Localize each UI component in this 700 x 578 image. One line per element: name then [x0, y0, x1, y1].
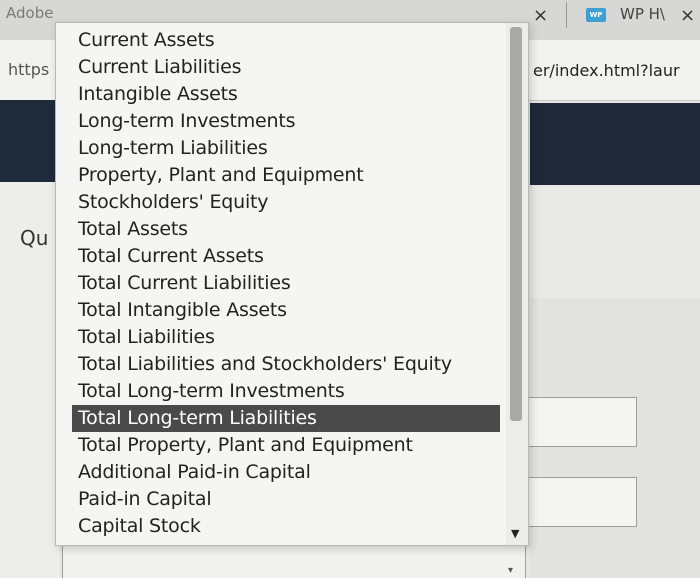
url-path[interactable]: er/index.html?laur	[533, 61, 680, 80]
page-header-band	[530, 103, 700, 185]
url-scheme[interactable]: https	[8, 60, 49, 79]
dropdown-option[interactable]: Additional Paid-in Capital	[56, 459, 506, 486]
dropdown-option[interactable]: Total Assets	[56, 216, 506, 243]
dropdown-scrollbar[interactable]: ▲ ▼	[506, 23, 528, 545]
close-tab-icon[interactable]: ×	[533, 5, 548, 26]
dropdown-option[interactable]: Total Intangible Assets	[56, 297, 506, 324]
page-header-band	[0, 100, 60, 182]
tab-separator	[566, 2, 567, 28]
account-dropdown-list[interactable]: Current Assets Current Liabilities Intangi…	[55, 22, 529, 546]
dropdown-option[interactable]: Total Liabilities and Stockholders' Equi…	[56, 351, 506, 378]
wp-favicon-icon: WP	[586, 8, 606, 22]
dropdown-option[interactable]: Long-term Investments	[56, 108, 506, 135]
dropdown-option[interactable]: Total Liabilities	[56, 324, 506, 351]
tab-title-wp[interactable]: WP H\	[620, 5, 665, 23]
dropdown-option[interactable]: Long-term Liabilities	[56, 135, 506, 162]
dropdown-option[interactable]: Intangible Assets	[56, 81, 506, 108]
down-arrow-icon[interactable]: ▼	[511, 527, 519, 540]
close-tab-icon[interactable]: ×	[680, 5, 695, 26]
chevron-down-icon[interactable]: ▾	[508, 565, 513, 576]
scrollbar-thumb[interactable]	[510, 27, 522, 421]
dropdown-option[interactable]: Property, Plant and Equipment	[56, 162, 506, 189]
dropdown-option[interactable]: Current Assets	[56, 27, 506, 54]
page-content-area	[530, 186, 700, 298]
dropdown-option[interactable]: Total Property, Plant and Equipment	[56, 432, 506, 459]
dropdown-option[interactable]: Total Current Liabilities	[56, 270, 506, 297]
tab-title-adobe[interactable]: Adobe	[6, 4, 53, 22]
dropdown-option[interactable]: Capital Stock	[56, 513, 506, 540]
dropdown-option[interactable]: Paid-in Capital	[56, 486, 506, 513]
dropdown-option[interactable]: Current Liabilities	[56, 54, 506, 81]
dropdown-options: Current Assets Current Liabilities Intangi…	[56, 27, 506, 540]
question-label: Qu	[20, 226, 49, 250]
dropdown-option[interactable]: Total Long-term Investments	[56, 378, 506, 405]
dropdown-option-selected[interactable]: Total Long-term Liabilities	[72, 405, 500, 432]
account-select[interactable]	[62, 544, 526, 578]
dropdown-option[interactable]: Stockholders' Equity	[56, 189, 506, 216]
screen: Adobe × WP WP H\ × https er/index.html?l…	[0, 0, 700, 578]
dropdown-option[interactable]: Total Current Assets	[56, 243, 506, 270]
